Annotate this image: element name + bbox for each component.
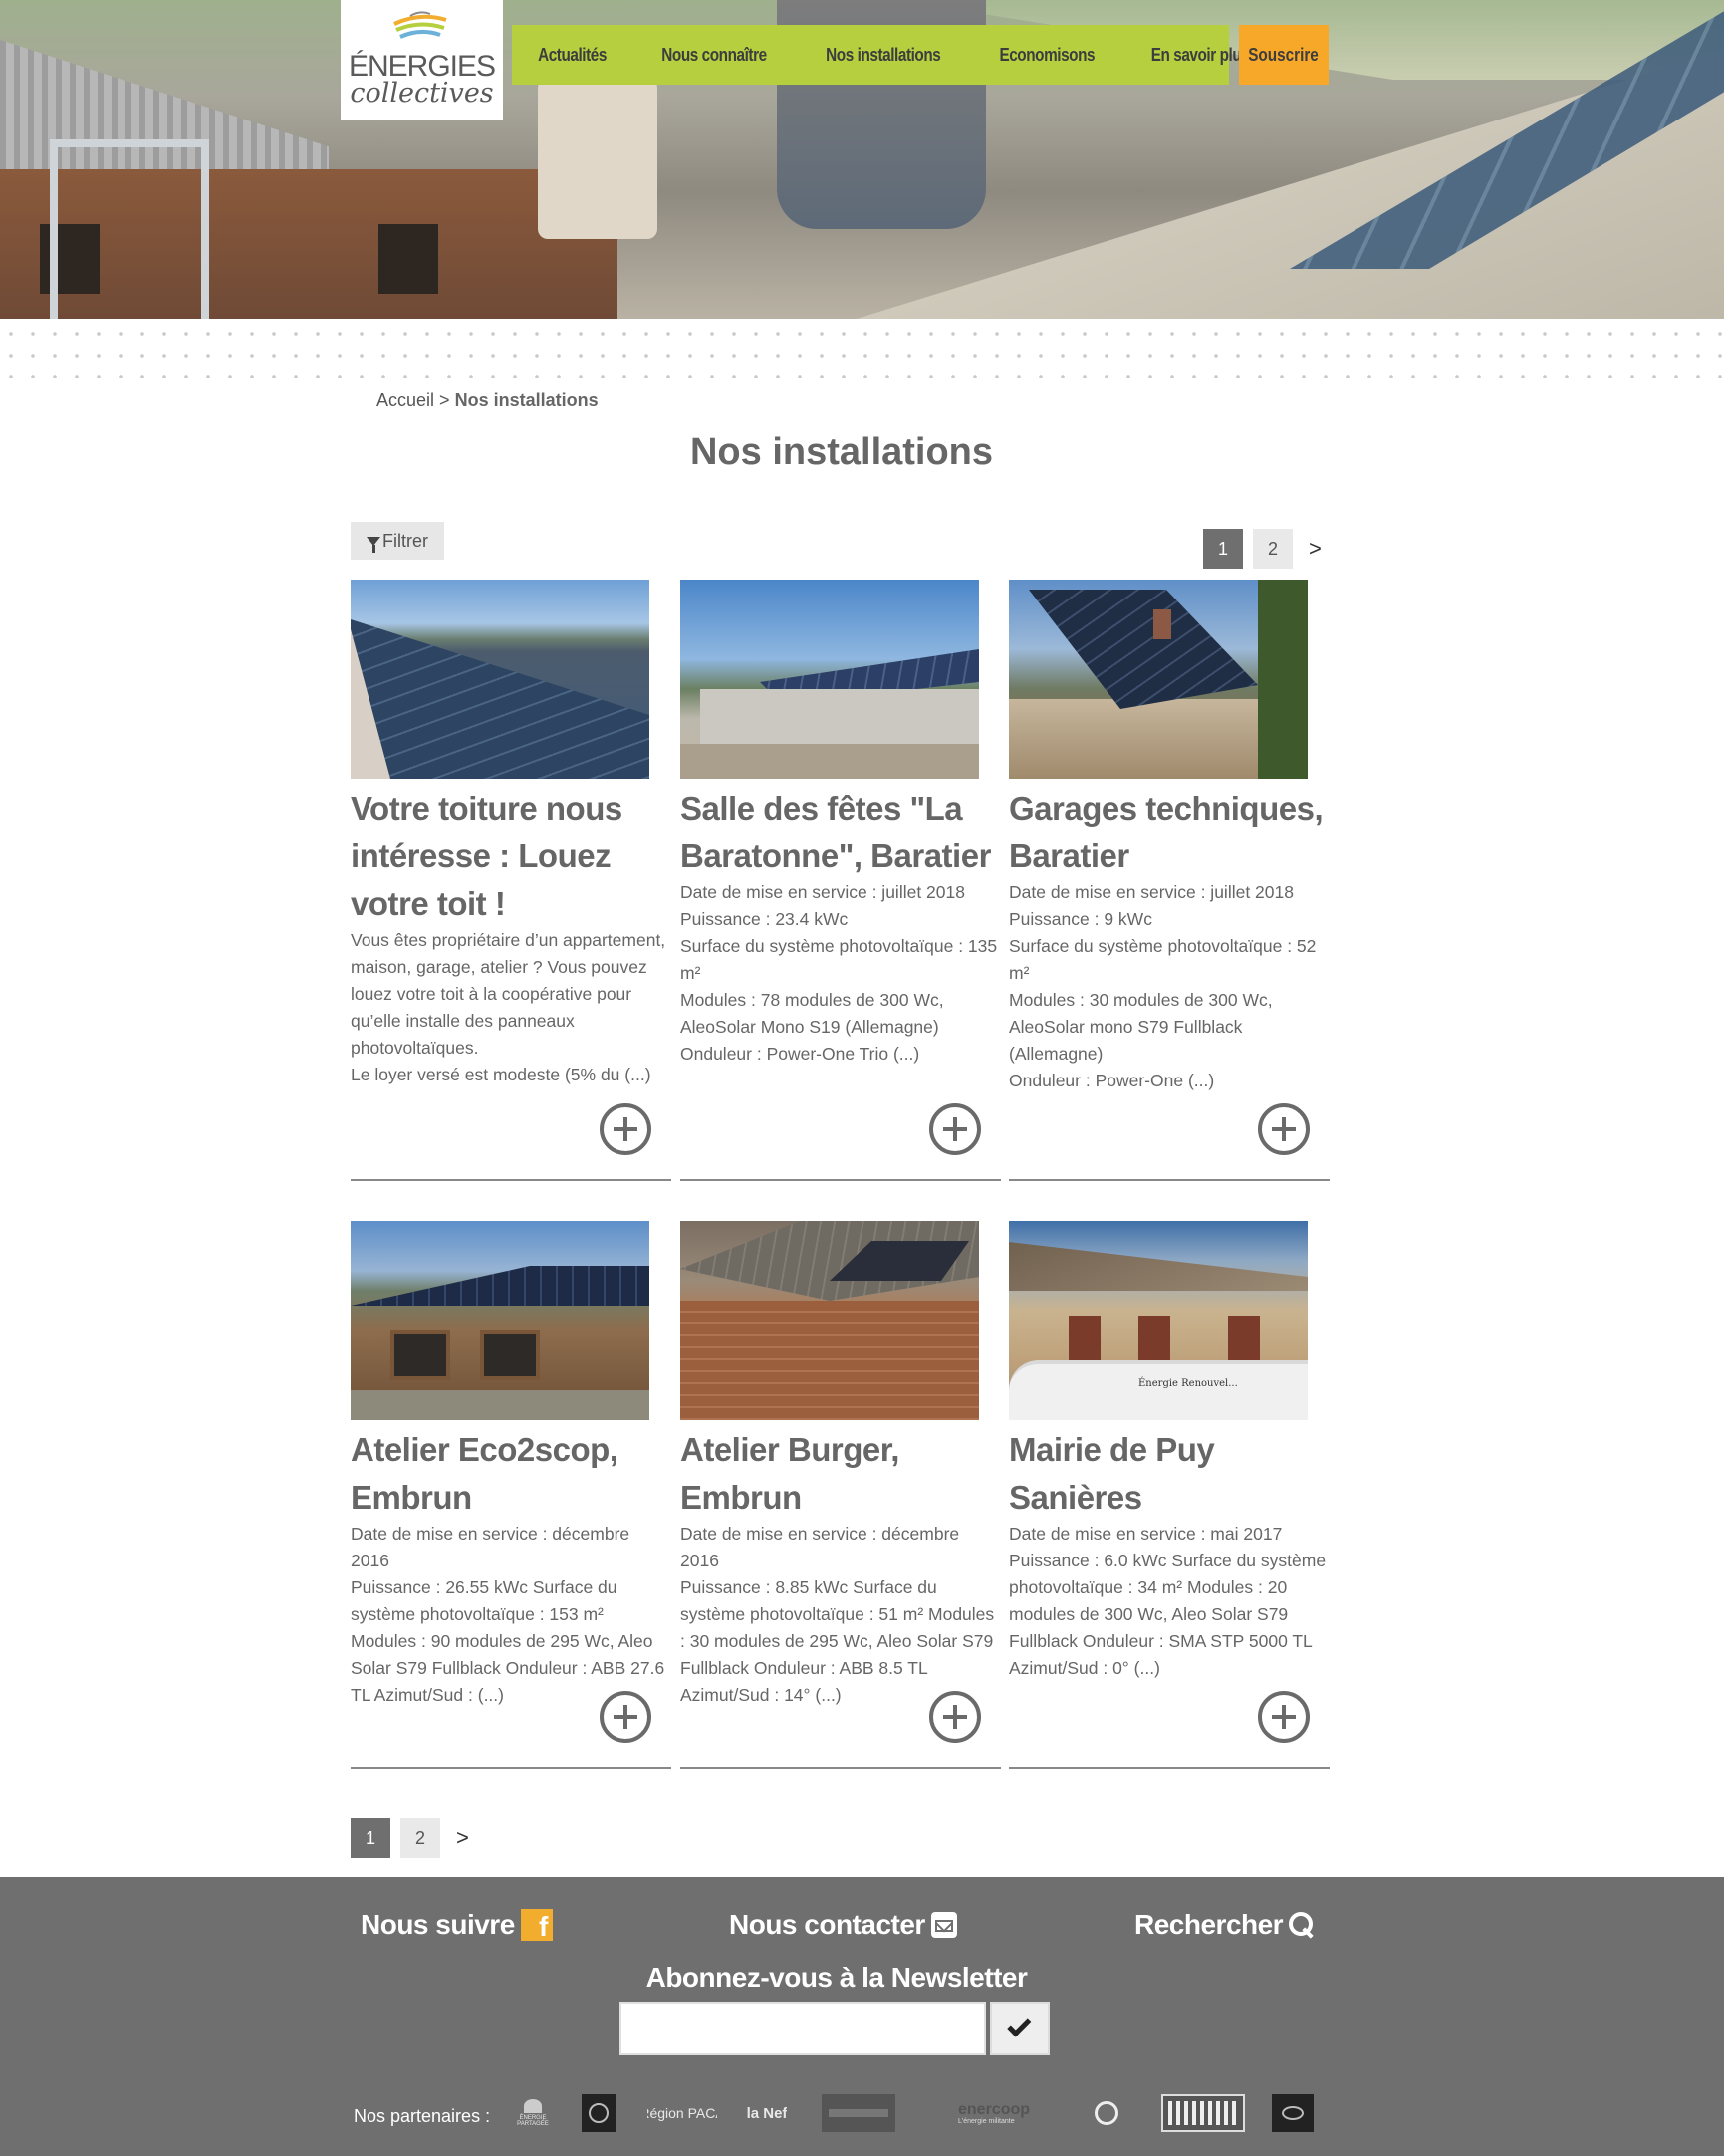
contact-label: Nous contacter xyxy=(729,1909,925,1940)
installation-thumbnail[interactable] xyxy=(351,580,649,779)
installation-description: Vous êtes propriétaire d’un appartement,… xyxy=(351,930,666,1084)
installation-card: Garages techniques, Baratier Date de mis… xyxy=(1009,580,1330,1187)
card-divider xyxy=(351,1767,671,1769)
site-logo[interactable]: ÉNERGIES collectives xyxy=(341,0,503,120)
more-plus-icon[interactable] xyxy=(929,1691,981,1743)
installation-thumbnail[interactable]: Énergie Renouvel... xyxy=(1009,1221,1308,1420)
newsletter-email-input[interactable] xyxy=(619,2002,986,2055)
partner-logo-9[interactable] xyxy=(1272,2094,1314,2132)
more-plus-icon[interactable] xyxy=(600,1691,651,1743)
installation-card: Atelier Eco2scop, Embrun Date de mise en… xyxy=(351,1221,671,1828)
logo-line-2: collectives xyxy=(350,78,494,109)
more-plus-icon[interactable] xyxy=(929,1103,981,1155)
card-divider xyxy=(1009,1767,1330,1769)
installation-title[interactable]: Garages techniques, Baratier xyxy=(1009,785,1330,880)
installation-card: Atelier Burger, Embrun Date de mise en s… xyxy=(680,1221,1001,1828)
filter-label: Filtrer xyxy=(382,530,428,551)
van: Énergie Renouvel... xyxy=(1009,1360,1308,1420)
breadcrumb-home-link[interactable]: Accueil xyxy=(376,390,434,410)
installation-description: Date de mise en service : juillet 2018 P… xyxy=(1009,882,1317,1090)
facebook-icon[interactable]: f xyxy=(520,1909,553,1941)
card-divider xyxy=(1009,1179,1330,1181)
breadcrumb-current: Nos installations xyxy=(454,390,599,410)
hero-worker-1 xyxy=(538,60,657,239)
installation-card: Énergie Renouvel... Mairie de Puy Sanièr… xyxy=(1009,1221,1330,1828)
partner-tagline: L'énergie militante xyxy=(958,2117,1015,2125)
filter-button[interactable]: Filtrer xyxy=(351,522,444,560)
installation-thumbnail[interactable] xyxy=(351,1221,649,1420)
nav-item-nos-installations[interactable]: Nos installations xyxy=(809,45,957,66)
card-divider xyxy=(680,1767,1001,1769)
logo-swirl-icon xyxy=(393,11,447,39)
search-link[interactable]: Rechercher xyxy=(1134,1909,1315,1941)
subscribe-label: Souscrire xyxy=(1248,44,1320,65)
main-nav: Actualités Nous connaître Nos installati… xyxy=(512,25,1250,85)
more-plus-icon[interactable] xyxy=(600,1103,651,1155)
partner-logo-7[interactable] xyxy=(1078,2094,1135,2132)
card-divider xyxy=(680,1179,1001,1181)
breadcrumb-separator: > xyxy=(439,390,450,410)
nav-item-economisons[interactable]: Economisons xyxy=(982,45,1111,66)
installation-description: Date de mise en service : mai 2017 Puiss… xyxy=(1009,1524,1327,1678)
follow-label: Nous suivre xyxy=(361,1909,515,1940)
partner-name: enercoop xyxy=(958,2100,1031,2118)
installation-thumbnail[interactable] xyxy=(680,1221,979,1420)
installation-description: Date de mise en service : juillet 2018 P… xyxy=(680,882,998,1064)
installation-description: Date de mise en service : décembre 2016 … xyxy=(680,1524,995,1705)
hero-ladder xyxy=(50,139,209,319)
partner-logo-region-paca[interactable]: Région PACA xyxy=(647,2094,717,2132)
installation-thumbnail[interactable] xyxy=(680,580,979,779)
newsletter-title: Abonnez-vous à la Newsletter xyxy=(645,1962,1028,1993)
installation-description: Date de mise en service : décembre 2016 … xyxy=(351,1524,665,1705)
subscribe-button[interactable]: Souscrire xyxy=(1239,25,1329,85)
partner-name: la Nef xyxy=(747,2104,787,2122)
dotted-divider xyxy=(0,319,1724,378)
page-button-2[interactable]: 2 xyxy=(1253,529,1293,569)
site-footer: Nous suivre f Nous contacter Rechercher … xyxy=(0,1877,1724,2156)
check-icon xyxy=(1007,2013,1032,2037)
van-lettering: Énergie Renouvel... xyxy=(1138,1378,1238,1389)
installation-card: Salle des fêtes "La Baratonne", Baratier… xyxy=(680,580,1001,1187)
partner-name: ÉNERGIE PARTAGÉE xyxy=(517,2115,549,2127)
contact-link[interactable]: Nous contacter xyxy=(729,1909,957,1941)
page-button-1[interactable]: 1 xyxy=(351,1818,390,1858)
installation-thumbnail[interactable] xyxy=(1009,580,1308,779)
installation-title[interactable]: Mairie de Puy Sanières xyxy=(1009,1426,1330,1522)
nav-item-nous-connaitre[interactable]: Nous connaître xyxy=(644,45,783,66)
breadcrumb: Accueil > Nos installations xyxy=(376,390,599,411)
filter-icon xyxy=(367,536,380,553)
installation-title[interactable]: Atelier Eco2scop, Embrun xyxy=(351,1426,671,1522)
partner-logo-la-nef[interactable]: la Nef xyxy=(747,2094,787,2132)
more-plus-icon[interactable] xyxy=(1258,1691,1310,1743)
pagination-top: 1 2 > xyxy=(1203,529,1322,569)
partner-logo-5[interactable] xyxy=(822,2094,895,2132)
follow-link[interactable]: Nous suivre f xyxy=(361,1909,553,1941)
mail-icon xyxy=(930,1912,957,1938)
partner-logo-enercoop[interactable]: enercoop L'énergie militante xyxy=(958,2094,1050,2132)
page-button-2[interactable]: 2 xyxy=(400,1818,440,1858)
installation-card: Votre toiture nous intéresse : Louez vot… xyxy=(351,580,671,1187)
installation-title[interactable]: Atelier Burger, Embrun xyxy=(680,1426,1001,1522)
partner-name: Région PACA xyxy=(647,2105,717,2121)
search-label: Rechercher xyxy=(1134,1909,1284,1940)
page-button-1[interactable]: 1 xyxy=(1203,529,1243,569)
partner-logo-8[interactable] xyxy=(1161,2094,1245,2132)
nav-item-actualites[interactable]: Actualités xyxy=(521,45,623,66)
more-plus-icon[interactable] xyxy=(1258,1103,1310,1155)
installation-title[interactable]: Salle des fêtes "La Baratonne", Baratier xyxy=(680,785,1001,880)
partner-logo-energie-partagee[interactable]: ÉNERGIE PARTAGÉE xyxy=(516,2094,550,2132)
partners-label: Nos partenaires : xyxy=(354,2106,491,2126)
pagination-bottom: 1 2 > xyxy=(351,1818,469,1858)
partner-logo-2[interactable] xyxy=(582,2094,616,2132)
newsletter-submit-button[interactable] xyxy=(990,2002,1050,2055)
search-icon xyxy=(1289,1912,1315,1938)
next-page-button[interactable]: > xyxy=(456,1825,469,1851)
card-divider xyxy=(351,1179,671,1181)
installation-title[interactable]: Votre toiture nous intéresse : Louez vot… xyxy=(351,785,671,928)
page-title: Nos installations xyxy=(689,431,994,473)
next-page-button[interactable]: > xyxy=(1309,536,1322,562)
